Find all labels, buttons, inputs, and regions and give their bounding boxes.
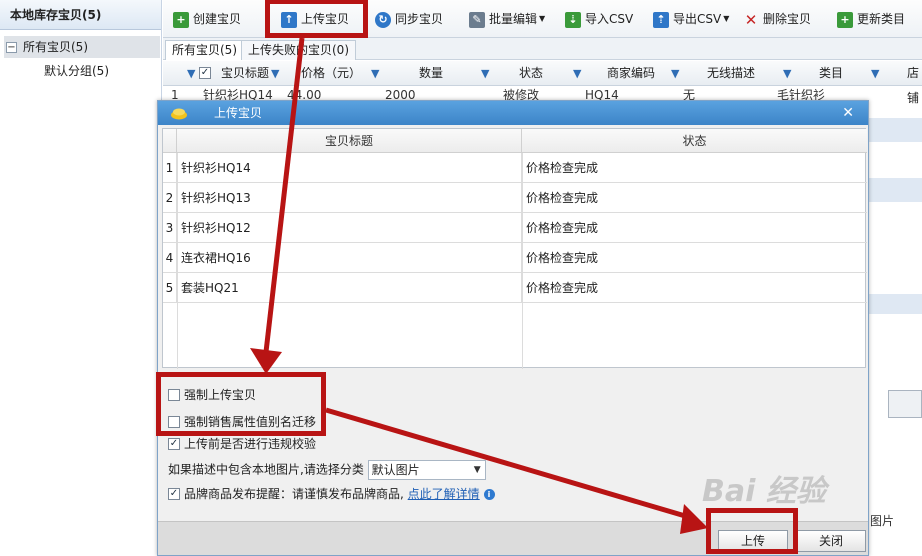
refresh-icon: +: [837, 11, 853, 28]
import-icon: ⇣: [565, 11, 581, 28]
brand-notice-checkbox[interactable]: ✓: [168, 487, 180, 500]
update-category-button[interactable]: + 更新类目: [837, 8, 905, 30]
brand-details-link[interactable]: 点此了解详情: [408, 487, 480, 501]
tab-failed-items[interactable]: 上传失败的宝贝(0): [241, 40, 356, 60]
column-header-price[interactable]: 价格（元）: [301, 61, 361, 86]
check-violation-option[interactable]: ✓ 上传前是否进行违规校验: [168, 435, 316, 453]
collapse-icon[interactable]: −: [6, 42, 17, 53]
dialog-title: 上传宝贝: [214, 106, 263, 120]
column-divider: [177, 153, 178, 369]
filter-icon[interactable]: ▼: [671, 61, 679, 86]
tree-item-default-group[interactable]: 默认分组(5): [44, 62, 109, 80]
column-header-status[interactable]: 状态: [519, 61, 543, 86]
upload-table-header: 宝贝标题 状态: [163, 129, 867, 153]
column-header-status[interactable]: 状态: [522, 129, 867, 153]
tab-bar: 所有宝贝(5) 上传失败的宝贝(0): [163, 38, 922, 60]
select-all-checkbox[interactable]: ✓: [199, 67, 211, 79]
dialog-titlebar: 上传宝贝 ✕: [158, 101, 868, 125]
filter-icon[interactable]: ▼: [187, 61, 195, 86]
create-button[interactable]: + 创建宝贝: [173, 8, 241, 30]
baidu-watermark: Bai 经验: [702, 474, 826, 509]
column-header-title[interactable]: 宝贝标题: [221, 61, 269, 86]
left-panel: 本地库存宝贝(5) − 所有宝贝(5) 默认分组(5): [0, 0, 162, 556]
brand-notice-option[interactable]: ✓ 品牌商品发布提醒：请谨慎发布品牌商品, 点此了解详情 i: [168, 485, 495, 503]
annotation-box-options: [156, 372, 326, 436]
delete-button[interactable]: ✕ 删除宝贝: [743, 8, 811, 30]
close-icon[interactable]: ✕: [842, 101, 854, 125]
column-header-category[interactable]: 类目: [819, 61, 843, 86]
export-csv-button[interactable]: ⇡ 导出CSV ▼: [653, 8, 729, 30]
delete-icon: ✕: [744, 10, 758, 29]
upload-table: 宝贝标题 状态 1 针织衫HQ14 价格检查完成 2 针织衫HQ13 价格检查完…: [162, 128, 867, 369]
tab-all-items[interactable]: 所有宝贝(5): [165, 40, 244, 60]
column-divider: [522, 153, 523, 369]
filter-icon[interactable]: ▼: [371, 61, 379, 86]
table-row: [866, 118, 922, 142]
batch-edit-button[interactable]: ✎ 批量编辑 ▼: [469, 8, 545, 30]
import-csv-button[interactable]: ⇣ 导入CSV: [565, 8, 633, 30]
tree-item-all-label: 所有宝贝(5): [23, 40, 88, 54]
dropdown-arrow-icon[interactable]: ▼: [723, 8, 729, 30]
table-row[interactable]: 1 针织衫HQ14 价格检查完成: [163, 153, 867, 183]
column-header-index: [163, 129, 177, 153]
table-row: [866, 294, 922, 314]
info-icon[interactable]: i: [483, 489, 495, 500]
column-header-quantity[interactable]: 数量: [419, 61, 443, 86]
close-button[interactable]: 关闭: [796, 530, 866, 552]
column-header-title[interactable]: 宝贝标题: [177, 129, 522, 153]
edit-icon: ✎: [469, 11, 485, 28]
export-icon: ⇡: [653, 11, 669, 28]
column-header-merchant-code[interactable]: 商家编码: [607, 61, 655, 86]
left-panel-title: 本地库存宝贝(5): [0, 0, 161, 30]
column-header-mobile-desc[interactable]: 无线描述: [707, 61, 755, 86]
filter-icon[interactable]: ▼: [481, 61, 489, 86]
filter-icon[interactable]: ▼: [573, 61, 581, 86]
annotation-box-confirm: [706, 508, 798, 554]
image-category-select[interactable]: 默认图片 ▼: [367, 460, 486, 480]
filter-icon[interactable]: ▼: [783, 61, 791, 86]
table-row[interactable]: 2 针织衫HQ13 价格检查完成: [163, 183, 867, 213]
table-row[interactable]: 5 套装HQ21 价格检查完成: [163, 273, 867, 303]
sync-button[interactable]: ↻ 同步宝贝: [375, 8, 443, 30]
table-row[interactable]: 4 连衣裙HQ16 价格检查完成: [163, 243, 867, 273]
filter-icon[interactable]: ▼: [871, 61, 879, 86]
app-logo-icon: [171, 108, 187, 120]
table-row[interactable]: 3 针织衫HQ12 价格检查完成: [163, 213, 867, 243]
sync-icon: ↻: [375, 11, 391, 28]
background-button: [888, 390, 922, 418]
grid-header: ▼ ✓ 宝贝标题 ▼ 价格（元） ▼ 数量 ▼ 状态 ▼ 商家编码 ▼ 无线描述…: [163, 61, 922, 105]
tree-item-all[interactable]: − 所有宝贝(5): [4, 36, 160, 58]
add-icon: +: [173, 11, 189, 28]
chevron-down-icon: ▼: [473, 465, 481, 475]
image-category-label: 如果描述中包含本地图片,请选择分类: [168, 462, 364, 477]
check-violation-checkbox[interactable]: ✓: [168, 437, 180, 450]
filter-icon[interactable]: ▼: [271, 61, 279, 86]
column-header-shop[interactable]: 店铺: [907, 61, 922, 105]
annotation-box-upload: [265, 0, 368, 38]
dropdown-arrow-icon[interactable]: ▼: [539, 8, 545, 30]
background-text: 图片: [870, 514, 895, 528]
image-category-row: 如果描述中包含本地图片,请选择分类 默认图片 ▼: [168, 460, 486, 480]
table-row: [866, 178, 922, 202]
